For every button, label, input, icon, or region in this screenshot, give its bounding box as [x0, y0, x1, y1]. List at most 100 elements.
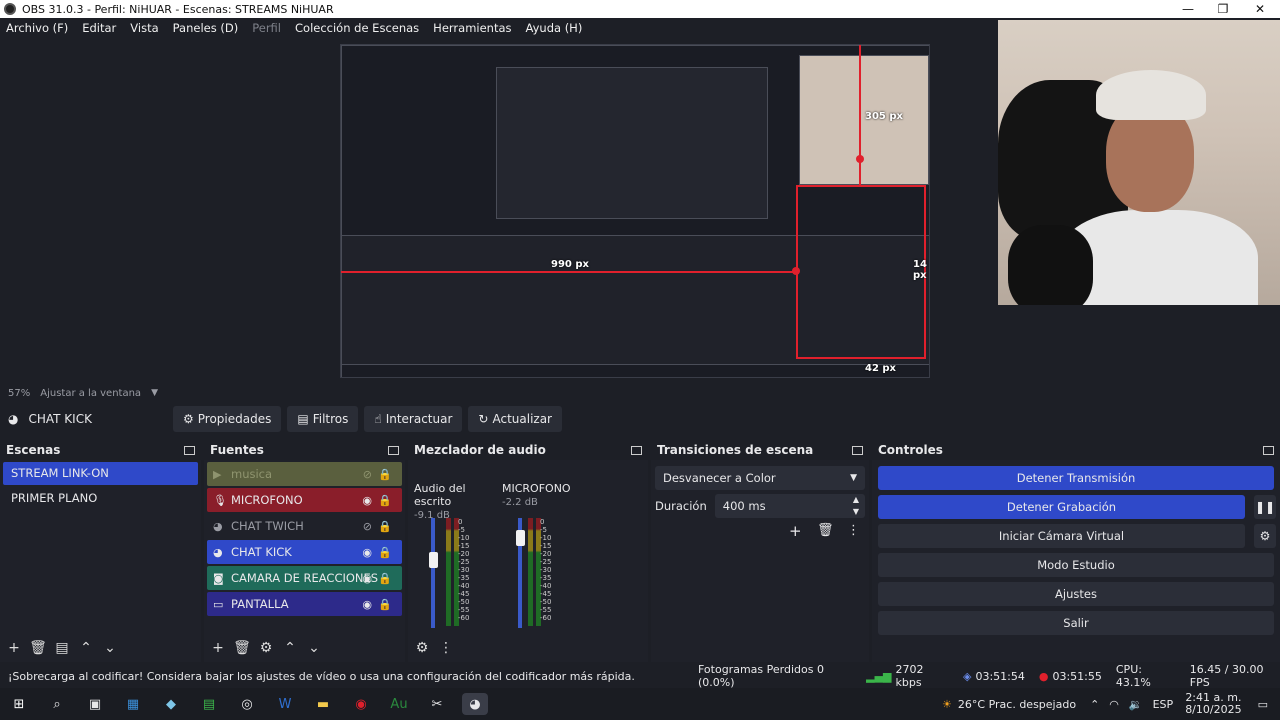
menu-editar[interactable]: Editar	[82, 21, 116, 35]
undock-icon[interactable]	[388, 445, 399, 455]
selection-handle-top[interactable]	[856, 155, 864, 163]
gear-icon[interactable]: ⚙	[412, 638, 432, 658]
chevron-down-icon[interactable]: ⌄	[304, 638, 324, 658]
filters-button[interactable]: ▤ Filtros	[287, 406, 359, 432]
refresh-button[interactable]: ↻ Actualizar	[468, 406, 562, 432]
add-icon[interactable]: +	[208, 638, 228, 658]
source-item-chat-kick[interactable]: ◕ CHAT KICK ◉ 🔒	[207, 540, 402, 564]
trash-icon[interactable]: 🗑	[817, 523, 834, 538]
stop-stream-button[interactable]: Detener Transmisión	[878, 466, 1274, 490]
chevron-down-icon[interactable]: ⌄	[100, 638, 120, 658]
chrome-icon[interactable]: ◉	[348, 693, 374, 715]
fader-knob-2[interactable]	[516, 529, 525, 546]
source-item-pantalla[interactable]: ▭ PANTALLA ◉ 🔒	[207, 592, 402, 616]
more-options-icon[interactable]: ⋮	[847, 523, 860, 538]
properties-button[interactable]: ⚙ Propiedades	[173, 406, 282, 432]
trash-icon[interactable]: 🗑	[28, 638, 48, 658]
chevron-up-icon[interactable]: ⌃	[280, 638, 300, 658]
scene-item-stream-link-on[interactable]: STREAM LINK-ON	[3, 462, 198, 485]
eye-icon[interactable]: ◉	[362, 598, 372, 611]
tray-volume-icon[interactable]: 🔉	[1129, 698, 1143, 711]
add-icon[interactable]: +	[789, 522, 802, 540]
fader-knob-1[interactable]	[429, 551, 438, 568]
menu-archivo[interactable]: Archivo (F)	[6, 21, 68, 35]
trash-icon[interactable]: 🗑	[232, 638, 252, 658]
gear-icon[interactable]: ⚙	[256, 638, 276, 658]
zoom-fit-label[interactable]: Ajustar a la ventana	[40, 388, 141, 399]
tray-chevron-icon[interactable]: ⌃	[1090, 698, 1099, 711]
eye-icon[interactable]: ◉	[362, 546, 372, 559]
virtual-camera-settings-button[interactable]: ⚙	[1254, 524, 1276, 548]
chevron-up-icon[interactable]: ⌃	[76, 638, 96, 658]
volume-fader-1[interactable]	[431, 518, 435, 628]
calculator-icon[interactable]: ▦	[120, 693, 146, 715]
eye-icon[interactable]: ◉	[362, 494, 372, 507]
add-icon[interactable]: +	[4, 638, 24, 658]
filter-icon[interactable]: ▤	[52, 638, 72, 658]
app-icon[interactable]: ◆	[158, 693, 184, 715]
lock-icon[interactable]: 🔒	[378, 494, 392, 507]
browser-app-icon[interactable]: ◎	[234, 693, 260, 715]
eye-hidden-icon[interactable]: ⊘	[363, 520, 372, 533]
preview-canvas[interactable]: 305 px 990 px 14 px 42 px	[340, 44, 930, 378]
lock-icon[interactable]: 🔒	[378, 520, 392, 533]
selection-box[interactable]	[796, 185, 926, 359]
sources-dock: Fuentes ▶ musica ⊘ 🔒 🎙 MICROFONO ◉ 🔒 ◕ CHAT T…	[204, 440, 405, 662]
spin-buttons-icon[interactable]: ▲ ▼	[853, 494, 859, 518]
source-item-musica[interactable]: ▶ musica ⊘ 🔒	[207, 462, 402, 486]
lock-icon[interactable]: 🔒	[378, 468, 392, 481]
lock-icon[interactable]: 🔒	[378, 572, 392, 585]
more-options-icon[interactable]: ⋮	[436, 638, 456, 658]
lock-icon[interactable]: 🔒	[378, 598, 392, 611]
undock-icon[interactable]	[184, 445, 195, 455]
db-scale-2: 0 -5 -10 -15 -20 -25 -30 -35 -40 -45 -50 -55 -60	[540, 518, 551, 622]
duration-input[interactable]: 400 ms ▲ ▼	[714, 494, 865, 518]
pause-icon: ❚❚	[1254, 500, 1276, 514]
search-icon[interactable]: ⌕	[44, 693, 70, 715]
source-item-camara-reacciones[interactable]: ◙ CAMARA DE REACCIONES ◉ 🔒	[207, 566, 402, 590]
zoom-dropdown-icon[interactable]: ▼	[151, 388, 158, 398]
menu-paneles[interactable]: Paneles (D)	[173, 21, 239, 35]
audition-icon[interactable]: Au	[386, 693, 412, 715]
scene-item-primer-plano[interactable]: PRIMER PLANO	[3, 487, 198, 510]
studio-mode-button[interactable]: Modo Estudio	[878, 553, 1274, 577]
pause-recording-button[interactable]: ❚❚	[1254, 495, 1276, 519]
menu-coleccion-escenas[interactable]: Colección de Escenas	[295, 21, 419, 35]
language-indicator[interactable]: ESP	[1153, 698, 1174, 711]
tray-wifi-icon[interactable]: ◠	[1109, 698, 1119, 711]
exit-button[interactable]: Salir	[878, 611, 1274, 635]
stop-recording-button[interactable]: Detener Grabación	[878, 495, 1245, 519]
undock-icon[interactable]	[631, 445, 642, 455]
windows-start-icon[interactable]: ⊞	[6, 693, 32, 715]
close-button[interactable]: ✕	[1242, 0, 1278, 18]
folder-icon[interactable]: ▬	[310, 693, 336, 715]
source-item-chat-twich[interactable]: ◕ CHAT TWICH ⊘ 🔒	[207, 514, 402, 538]
settings-button[interactable]: Ajustes	[878, 582, 1274, 606]
notifications-icon[interactable]: ▭	[1258, 698, 1268, 711]
db-tick-label: -55	[458, 606, 470, 614]
source-item-microfono[interactable]: 🎙 MICROFONO ◉ 🔒	[207, 488, 402, 512]
interact-button[interactable]: ☝ Interactuar	[364, 406, 463, 432]
eye-hidden-icon[interactable]: ⊘	[363, 468, 372, 481]
nested-obs-capture-2	[496, 67, 768, 219]
spreadsheet-icon[interactable]: ▤	[196, 693, 222, 715]
eye-icon[interactable]: ◉	[362, 572, 372, 585]
menu-ayuda[interactable]: Ayuda (H)	[526, 21, 583, 35]
word-icon[interactable]: W	[272, 693, 298, 715]
minimize-button[interactable]: —	[1170, 0, 1206, 18]
lock-icon[interactable]: 🔒	[378, 546, 392, 559]
obs-taskbar-icon[interactable]: ◕	[462, 693, 488, 715]
undock-icon[interactable]	[1263, 445, 1274, 455]
capcut-icon[interactable]: ✂	[424, 693, 450, 715]
transition-select[interactable]: Desvanecer a Color ▼	[655, 466, 865, 490]
person-cap-shape	[1096, 70, 1206, 120]
start-virtual-camera-button[interactable]: Iniciar Cámara Virtual	[878, 524, 1245, 548]
menu-perfil[interactable]: Perfil	[252, 21, 281, 35]
menu-herramientas[interactable]: Herramientas	[433, 21, 511, 35]
clock[interactable]: 2:41 a. m. 8/10/2025	[1185, 692, 1241, 716]
menu-vista[interactable]: Vista	[130, 21, 158, 35]
selection-handle-left[interactable]	[792, 267, 800, 275]
undock-icon[interactable]	[852, 445, 863, 455]
task-view-icon[interactable]: ▣	[82, 693, 108, 715]
maximize-button[interactable]: ❐	[1205, 0, 1241, 18]
